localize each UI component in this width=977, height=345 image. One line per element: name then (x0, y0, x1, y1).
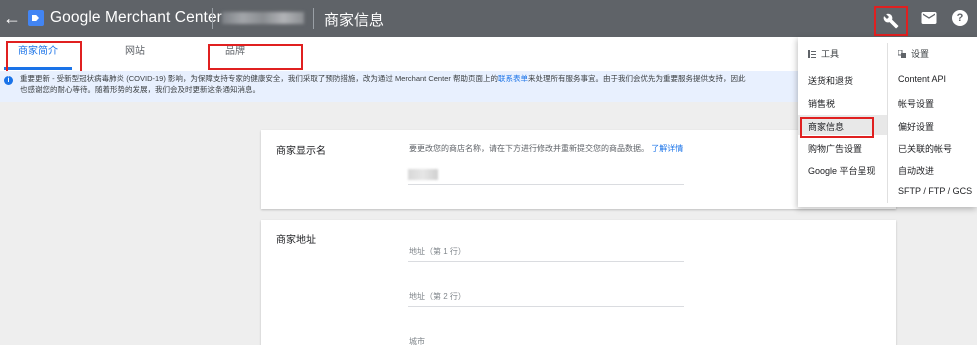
business-address-card: 商家地址 地址（第 1 行） 地址（第 2 行） 城市 (261, 220, 896, 345)
info-icon: i (4, 76, 13, 85)
menu-column-divider (887, 43, 888, 203)
menu-item-account-settings[interactable]: 帐号设置 (898, 97, 934, 110)
learn-more-link[interactable]: 了解详情 (651, 144, 683, 153)
notice-text: 重要更新 - 受新型冠状病毒肺炎 (COVID-19) 影响，为保障支持专家的健… (20, 74, 820, 95)
tab-business-profile[interactable]: 商家简介 (4, 37, 72, 71)
mail-icon (921, 12, 937, 24)
top-app-bar: ← Google Merchant Center 商家信息 ? (0, 0, 977, 37)
help-text: 要更改您的商店名称，请在下方进行修改并重新提交您的商品数据。 (409, 144, 649, 153)
tools-button[interactable] (874, 6, 908, 36)
settings-list-icon (898, 49, 906, 58)
tools-menu: 工具 设置 送货和退货 销售税 商家信息 购物广告设置 Google 平台呈现 … (798, 37, 977, 207)
tools-heading-label: 工具 (821, 49, 840, 59)
account-name-redacted[interactable] (222, 12, 304, 24)
menu-item-google-surfaces[interactable]: Google 平台呈现 (808, 164, 876, 177)
menu-item-shopping-ads-settings[interactable]: 购物广告设置 (808, 142, 862, 155)
tools-list-icon (808, 49, 816, 58)
active-tab-indicator (4, 67, 72, 70)
menu-item-auto-improvements[interactable]: 自动改进 (898, 164, 934, 177)
city-field[interactable]: 城市 (409, 336, 425, 345)
help-icon[interactable]: ? (952, 10, 968, 26)
notice-text-part: 来处理所有服务事宜。由于我们会优先为重要服务提供支持，因此 (527, 74, 746, 83)
contact-form-link[interactable]: 联系表单 (498, 74, 528, 83)
notifications-button[interactable] (920, 9, 938, 27)
settings-heading-label: 设置 (911, 49, 930, 59)
tools-heading: 工具 (808, 47, 839, 60)
address-line1-underline (408, 261, 684, 262)
business-address-label: 商家地址 (276, 235, 316, 246)
address-line1-field[interactable]: 地址（第 1 行） (409, 246, 466, 257)
header-divider (212, 8, 213, 29)
app-title: Google Merchant Center (50, 9, 222, 26)
business-name-underline (408, 184, 684, 185)
notice-text-part: 重要更新 - 受新型冠状病毒肺炎 (COVID-19) 影响，为保障支持专家的健… (20, 74, 498, 83)
header-divider (313, 8, 314, 29)
menu-item-linked-accounts[interactable]: 已关联的帐号 (898, 142, 952, 155)
menu-item-content-api[interactable]: Content API (898, 74, 946, 84)
page-title: 商家信息 (324, 12, 385, 29)
wrench-icon (883, 13, 899, 29)
menu-item-sales-tax[interactable]: 销售税 (808, 97, 835, 110)
tab-brand[interactable]: 品牌 (210, 37, 260, 71)
business-name-label: 商家显示名 (276, 146, 326, 157)
merchant-center-logo-icon (28, 10, 44, 26)
menu-item-preferences[interactable]: 偏好设置 (898, 120, 934, 133)
business-name-help: 要更改您的商店名称，请在下方进行修改并重新提交您的商品数据。 了解详情 (409, 143, 683, 154)
menu-item-sftp-ftp-gcs[interactable]: SFTP / FTP / GCS (898, 186, 972, 196)
tab-website[interactable]: 网站 (110, 37, 160, 71)
back-arrow-icon[interactable]: ← (3, 8, 21, 28)
menu-item-business-info[interactable]: 商家信息 (808, 120, 844, 133)
menu-item-shipping-returns[interactable]: 送货和退货 (808, 74, 853, 87)
address-line2-field[interactable]: 地址（第 2 行） (409, 291, 466, 302)
address-line2-underline (408, 306, 684, 307)
settings-heading: 设置 (898, 47, 929, 60)
notice-text-line2: 也感谢您的耐心等待。随着形势的发展，我们会及时更新这条通知消息。 (20, 84, 260, 94)
business-name-value-redacted (408, 169, 438, 180)
